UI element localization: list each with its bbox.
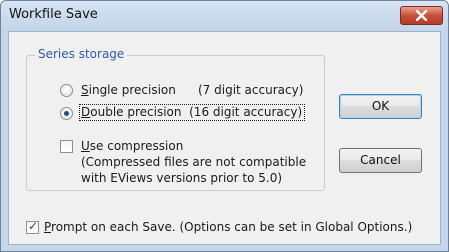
dialog-body: Series storage Single precision (7 digit… [8, 31, 441, 245]
series-storage-legend: Series storage [35, 47, 128, 61]
compression-note-line2: with EViews versions prior to 5.0) [81, 171, 283, 185]
compression-note-line1: (Compressed files are not compatible [81, 155, 307, 169]
close-icon [415, 10, 428, 21]
double-precision-label-group: Double precision (16 digit accuracy) [78, 104, 306, 121]
dialog-title: Workfile Save [9, 7, 98, 22]
cancel-button[interactable]: Cancel [339, 148, 422, 173]
title-bar[interactable]: Workfile Save [1, 1, 448, 31]
use-compression-checkbox[interactable] [60, 140, 73, 153]
double-precision-radio[interactable] [60, 107, 73, 120]
single-precision-label: Single precision [81, 83, 176, 97]
single-precision-detail: (7 digit accuracy) [198, 83, 304, 97]
single-precision-radio[interactable] [60, 84, 73, 97]
prompt-on-save-label: Prompt on each Save. (Options can be set… [44, 220, 413, 234]
prompt-on-save-checkbox[interactable] [26, 219, 39, 234]
close-button[interactable] [400, 6, 443, 25]
ok-button[interactable]: OK [339, 94, 422, 119]
double-precision-detail: (16 digit accuracy) [189, 105, 303, 119]
workfile-save-dialog: Workfile Save Series storage Single prec… [0, 0, 449, 252]
use-compression-label: Use compression [81, 139, 184, 153]
